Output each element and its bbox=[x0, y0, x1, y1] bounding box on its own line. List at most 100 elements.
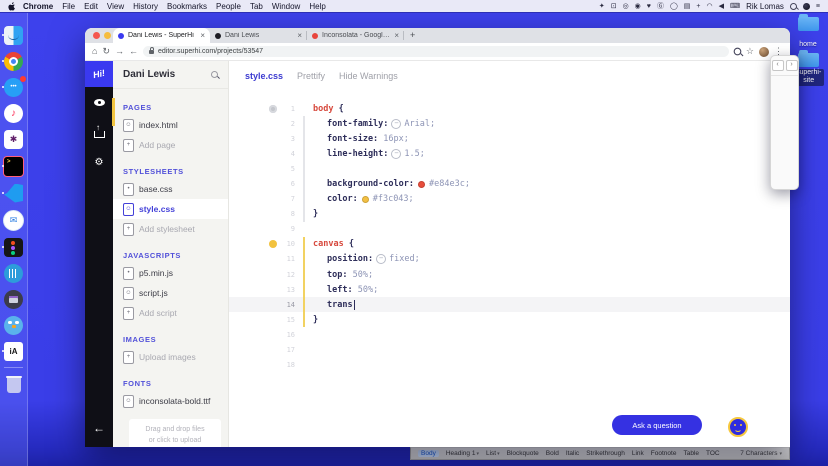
prettify-button[interactable]: Prettify bbox=[297, 71, 325, 81]
code-line-4[interactable]: 4line-height:−1.5; bbox=[229, 146, 790, 161]
volume-icon[interactable]: ◀ bbox=[719, 3, 724, 10]
home-icon[interactable]: ⌂ bbox=[92, 47, 97, 56]
menu-item-bookmarks[interactable]: Bookmarks bbox=[167, 2, 207, 11]
next-button[interactable]: › bbox=[786, 60, 798, 71]
sidebar-item[interactable]: ☺index.html bbox=[113, 115, 228, 135]
sidebar-item[interactable]: •p5.min.js bbox=[113, 263, 228, 283]
back-icon[interactable]: ← bbox=[129, 47, 138, 56]
dock-app-video[interactable] bbox=[0, 290, 27, 309]
reload-icon[interactable]: ↻ bbox=[102, 47, 110, 56]
circle-icon[interactable]: ◯ bbox=[670, 3, 678, 10]
zoom-extension-icon[interactable] bbox=[734, 48, 742, 56]
code-line-11[interactable]: 11position:−fixed; bbox=[229, 252, 790, 267]
code-line-5[interactable]: 5 bbox=[229, 161, 790, 176]
apple-menu-icon[interactable] bbox=[8, 2, 16, 11]
menu-item-history[interactable]: History bbox=[133, 2, 158, 11]
filled-circle-icon[interactable]: ◉ bbox=[635, 3, 641, 10]
back-arrow-icon[interactable]: ← bbox=[93, 421, 105, 435]
siri-icon[interactable] bbox=[803, 3, 810, 10]
sidebar-item[interactable]: +Add page bbox=[113, 135, 228, 155]
code-line-6[interactable]: 6background-color:#e84e3c; bbox=[229, 176, 790, 191]
code-line-3[interactable]: 3font-size: 16px; bbox=[229, 131, 790, 146]
screen-record-icon[interactable]: ⊡ bbox=[611, 3, 617, 10]
stepper-minus-icon[interactable]: − bbox=[391, 149, 401, 159]
file-dropzone[interactable]: Drag and drop files or click to upload bbox=[129, 419, 221, 447]
code-line-13[interactable]: 13left: 50%; bbox=[229, 282, 790, 297]
settings-gear-icon[interactable]: ⚙ bbox=[85, 147, 113, 177]
prev-button[interactable]: ‹ bbox=[772, 60, 784, 71]
format-blockquote[interactable]: Blockquote bbox=[507, 450, 539, 457]
menu-item-file[interactable]: File bbox=[62, 2, 75, 11]
dock-app-trash[interactable] bbox=[0, 375, 27, 393]
menu-item-tab[interactable]: Tab bbox=[250, 2, 263, 11]
sidebar-item[interactable]: ☺script.js bbox=[113, 283, 228, 303]
notification-center-icon[interactable]: ≡ bbox=[816, 3, 820, 10]
sidebar-item[interactable]: •base.css bbox=[113, 179, 228, 199]
tab-close-icon[interactable]: × bbox=[394, 32, 399, 40]
stepper-minus-icon[interactable]: − bbox=[376, 254, 386, 264]
sidebar-item[interactable]: +Add stylesheet bbox=[113, 219, 228, 239]
menu-item-view[interactable]: View bbox=[107, 2, 124, 11]
dock-app-ia-writer[interactable]: iA bbox=[0, 342, 27, 361]
keyboard-icon[interactable]: ⌨ bbox=[730, 3, 740, 10]
dock-app-terminal[interactable] bbox=[0, 156, 27, 177]
format-italic[interactable]: Italic bbox=[566, 450, 579, 457]
code-line-8[interactable]: 8} bbox=[229, 207, 790, 222]
color-swatch[interactable] bbox=[362, 196, 369, 203]
dock-app-equalizer[interactable] bbox=[0, 264, 27, 283]
superhi-logo[interactable]: Hi! bbox=[85, 61, 113, 87]
dock-app-finder[interactable] bbox=[0, 26, 27, 45]
dock-app-vscode[interactable] bbox=[0, 184, 27, 203]
minimize-window-button[interactable] bbox=[104, 32, 111, 39]
close-window-button[interactable] bbox=[93, 32, 100, 39]
code-line-12[interactable]: 12top: 50%; bbox=[229, 267, 790, 282]
menu-item-help[interactable]: Help bbox=[309, 2, 325, 11]
wifi-icon[interactable]: ◠ bbox=[707, 3, 713, 10]
dock-app-slack[interactable] bbox=[0, 130, 27, 149]
browser-tab-2[interactable]: Dani Lewis× bbox=[210, 28, 307, 43]
code-line-17[interactable]: 17 bbox=[229, 343, 790, 358]
character-count[interactable]: 7 Characters ▾ bbox=[740, 450, 782, 457]
forward-icon[interactable]: → bbox=[115, 47, 124, 56]
code-line-18[interactable]: 18 bbox=[229, 358, 790, 373]
hide-warnings-button[interactable]: Hide Warnings bbox=[339, 71, 398, 81]
dock-app-airmail[interactable] bbox=[0, 210, 27, 231]
sidebar-item[interactable]: +Upload images bbox=[113, 347, 228, 367]
code-line-9[interactable]: 9 bbox=[229, 222, 790, 237]
code-line-15[interactable]: 15} bbox=[229, 312, 790, 327]
dock-app-chrome[interactable] bbox=[0, 52, 27, 71]
circled-g-icon[interactable]: Ⓖ bbox=[657, 3, 664, 10]
ask-question-button[interactable]: Ask a question bbox=[612, 415, 702, 435]
heart-icon[interactable]: ♥ bbox=[647, 3, 651, 10]
format-table[interactable]: Table bbox=[683, 450, 699, 457]
code-line-7[interactable]: 7color:#f3c043; bbox=[229, 192, 790, 207]
menu-item-people[interactable]: People bbox=[216, 2, 241, 11]
format-body[interactable]: Body bbox=[418, 450, 439, 457]
code-line-10[interactable]: 10canvas { bbox=[229, 237, 790, 252]
menu-item-edit[interactable]: Edit bbox=[84, 2, 98, 11]
smiley-help-button[interactable] bbox=[728, 417, 748, 437]
search-icon[interactable] bbox=[211, 71, 218, 78]
stepper-minus-icon[interactable]: − bbox=[391, 119, 401, 129]
display-icon[interactable]: ▤ bbox=[684, 3, 691, 10]
address-bar[interactable]: editor.superhi.com/projects/53547 bbox=[143, 46, 729, 57]
browser-tab-3[interactable]: Inconsolata - Google Fonts× bbox=[307, 28, 404, 43]
dock-app-messages[interactable] bbox=[0, 78, 27, 97]
desktop-folder-home[interactable]: home bbox=[793, 14, 823, 51]
dock-app-music[interactable] bbox=[0, 104, 27, 123]
browser-tab-1[interactable]: Dani Lewis - SuperHi× bbox=[113, 28, 210, 43]
menu-item-chrome[interactable]: Chrome bbox=[23, 2, 53, 11]
code-line-1[interactable]: 1body { bbox=[229, 101, 790, 116]
spotlight-search-icon[interactable] bbox=[790, 3, 797, 10]
sidebar-item[interactable]: ☺style.css bbox=[113, 199, 228, 219]
color-swatch[interactable] bbox=[418, 181, 425, 188]
menu-item-window[interactable]: Window bbox=[272, 2, 300, 11]
sidebar-item[interactable]: +Add script bbox=[113, 303, 228, 323]
format-footnote[interactable]: Footnote bbox=[651, 450, 677, 457]
preview-eye-icon[interactable] bbox=[85, 87, 113, 117]
new-tab-button[interactable]: + bbox=[410, 31, 415, 40]
dock-app-figma[interactable] bbox=[0, 238, 27, 257]
tab-close-icon[interactable]: × bbox=[200, 32, 205, 40]
format-strikethrough[interactable]: Strikethrough bbox=[586, 450, 625, 457]
sidebar-item[interactable]: ☺inconsolata-bold.ttf bbox=[113, 391, 228, 411]
